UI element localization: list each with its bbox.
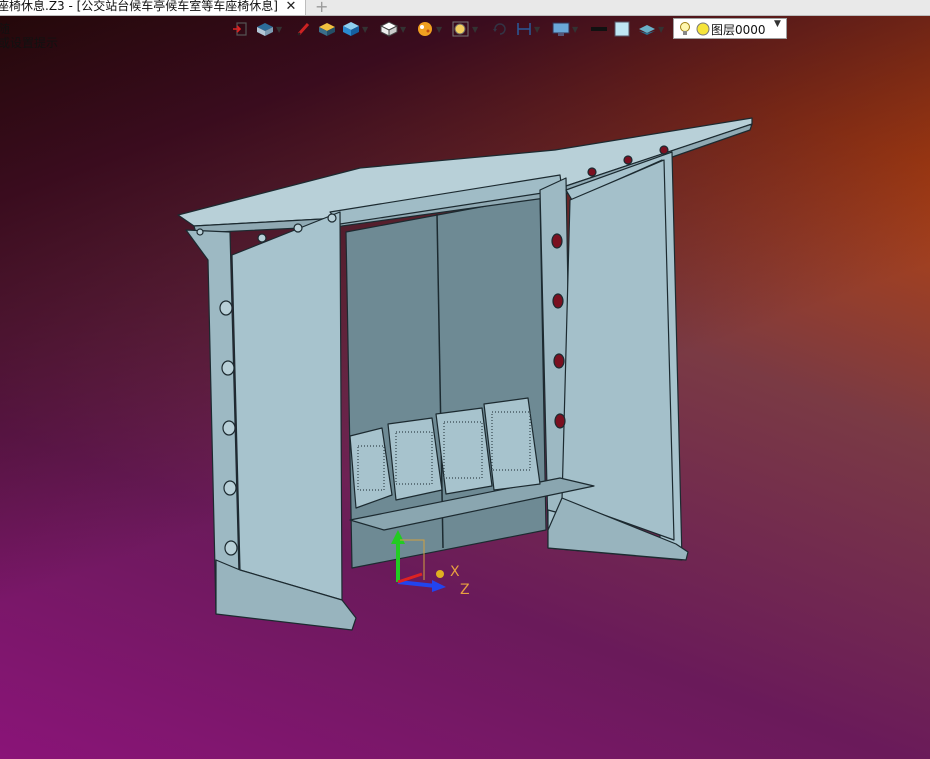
prompt-hint-line2: 或设置提示 [0, 36, 59, 50]
line-color-icon[interactable] [590, 19, 608, 39]
dimension-icon[interactable]: ▼ [516, 19, 540, 39]
shaded-box-icon[interactable] [318, 19, 336, 39]
axis-z-label: Z [460, 582, 470, 598]
yellow-dot-icon[interactable] [696, 22, 710, 36]
axis-x-label: X [450, 564, 460, 580]
seat-2 [387, 417, 443, 501]
chevron-down-icon[interactable]: ▼ [362, 25, 368, 34]
seat-3 [435, 407, 493, 495]
chevron-down-icon[interactable]: ▼ [276, 25, 282, 34]
chevron-down-icon[interactable]: ▼ [774, 19, 781, 29]
document-tab-title: 座椅休息.Z3 - [公交站台候车亭候车室等车座椅休息] [0, 0, 278, 13]
view-toolbar: ▼ ▼ ▼ ▼ ▼ ▼ ▼ ▼ 图层0000 ▼ [228, 17, 788, 41]
chevron-down-icon[interactable]: ▼ [472, 25, 478, 34]
blue-cube-icon[interactable]: ▼ [342, 19, 368, 39]
face-color-icon[interactable] [614, 19, 630, 39]
close-tab-icon[interactable]: ✕ [284, 0, 298, 14]
chevron-down-icon[interactable]: ▼ [534, 25, 540, 34]
lightbulb-icon[interactable] [679, 21, 691, 37]
chevron-down-icon[interactable]: ▼ [436, 25, 442, 34]
layer-select[interactable]: 图层0000 ▼ [673, 18, 787, 39]
layer-name: 图层0000 [711, 23, 766, 37]
left-side-panel [231, 211, 343, 601]
pencil-icon[interactable] [296, 19, 310, 39]
document-tab-bar: 座椅休息.Z3 - [公交站台候车亭候车室等车座椅休息] ✕ + [0, 0, 930, 16]
viewport-3d[interactable]: X Z [0, 0, 930, 759]
chevron-down-icon[interactable]: ▼ [572, 25, 578, 34]
rotate-view-icon[interactable] [492, 19, 508, 39]
chevron-down-icon[interactable]: ▼ [400, 25, 406, 34]
exit-sketch-icon[interactable] [232, 19, 248, 39]
chevron-down-icon[interactable]: ▼ [658, 25, 664, 34]
new-tab-icon[interactable]: + [315, 0, 328, 16]
bus-shelter-model [177, 117, 753, 631]
layer-stack-icon[interactable]: ▼ [638, 19, 664, 39]
document-tab[interactable]: 座椅休息.Z3 - [公交站台候车亭候车室等车座椅休息] ✕ [0, 0, 306, 15]
render-sphere-icon[interactable]: ▼ [416, 19, 442, 39]
monitor-icon[interactable]: ▼ [552, 19, 578, 39]
white-cube-icon[interactable]: ▼ [380, 19, 406, 39]
display-mode-icon[interactable]: ▼ [256, 19, 282, 39]
view-zoom-icon[interactable]: ▼ [452, 19, 478, 39]
